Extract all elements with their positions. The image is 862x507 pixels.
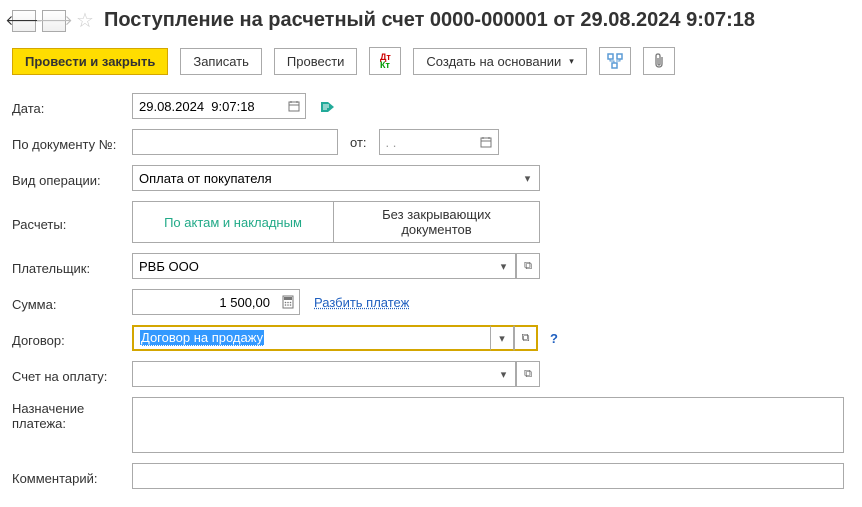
post-button[interactable]: Провести <box>274 48 358 75</box>
invoice-label: Счет на оплату: <box>12 365 128 384</box>
payer-input[interactable] <box>132 253 492 279</box>
optype-label: Вид операции: <box>12 169 128 188</box>
amount-input[interactable] <box>132 289 276 315</box>
structure-button[interactable] <box>599 47 631 75</box>
nav-forward-button[interactable]: 🡒 <box>42 10 66 32</box>
page-title: Поступление на расчетный счет 0000-00000… <box>104 9 755 32</box>
toolbar: Провести и закрыть Записать Провести ДтК… <box>12 47 850 75</box>
comment-label: Комментарий: <box>12 467 128 486</box>
create-based-on-label: Создать на основании <box>426 54 561 69</box>
amount-label: Сумма: <box>12 293 128 312</box>
open-icon[interactable]: ⧉ <box>514 325 538 351</box>
contract-value: Договор на продажу <box>140 330 264 346</box>
dropdown-icon[interactable]: ▾ <box>516 165 540 191</box>
optype-input[interactable] <box>132 165 516 191</box>
purpose-label: Назначение платежа: <box>12 397 128 431</box>
contract-input[interactable]: Договор на продажу <box>132 325 490 351</box>
dropdown-icon[interactable]: ▾ <box>492 253 516 279</box>
calendar-icon[interactable] <box>282 93 306 119</box>
attach-button[interactable] <box>643 47 675 75</box>
open-icon[interactable]: ⧉ <box>516 361 540 387</box>
payer-label: Плательщик: <box>12 257 128 276</box>
help-icon[interactable]: ? <box>550 331 558 346</box>
dropdown-icon[interactable]: ▾ <box>492 361 516 387</box>
calc-toggle: По актам и накладным Без закрывающих док… <box>132 201 540 243</box>
split-payment-link[interactable]: Разбить платеж <box>314 295 409 310</box>
docnum-label: По документу №: <box>12 133 128 152</box>
dropdown-icon[interactable]: ▾ <box>490 325 514 351</box>
invoice-input[interactable] <box>132 361 492 387</box>
nav-back-button[interactable]: 🡐 <box>12 10 36 32</box>
date-label: Дата: <box>12 97 128 116</box>
dtkt-button[interactable]: ДтКт <box>369 47 401 75</box>
create-based-on-button[interactable]: Создать на основании ▾ <box>413 48 586 75</box>
date-input[interactable] <box>132 93 282 119</box>
calendar-icon[interactable] <box>475 129 499 155</box>
calc-label: Расчеты: <box>12 213 128 232</box>
chevron-down-icon: ▾ <box>569 56 574 67</box>
docnum-from-label: от: <box>350 135 367 150</box>
paperclip-icon <box>652 53 666 69</box>
purpose-input[interactable] <box>132 397 844 453</box>
structure-icon <box>607 53 623 69</box>
comment-input[interactable] <box>132 463 844 489</box>
contract-label: Договор: <box>12 329 128 348</box>
save-button[interactable]: Записать <box>180 48 262 75</box>
docnum-date-input[interactable] <box>379 129 475 155</box>
docnum-input[interactable] <box>132 129 338 155</box>
calc-by-acts-button[interactable]: По актам и накладным <box>133 202 333 242</box>
open-icon[interactable]: ⧉ <box>516 253 540 279</box>
tag-icon[interactable] <box>320 99 336 113</box>
post-and-close-button[interactable]: Провести и закрыть <box>12 48 168 75</box>
dtkt-icon: ДтКт <box>380 53 391 69</box>
calc-without-docs-button[interactable]: Без закрывающих документов <box>333 202 539 242</box>
arrow-right-icon: 🡒 <box>35 12 73 29</box>
favorite-star-icon[interactable]: ☆ <box>76 8 94 33</box>
calculator-icon[interactable] <box>276 289 300 315</box>
